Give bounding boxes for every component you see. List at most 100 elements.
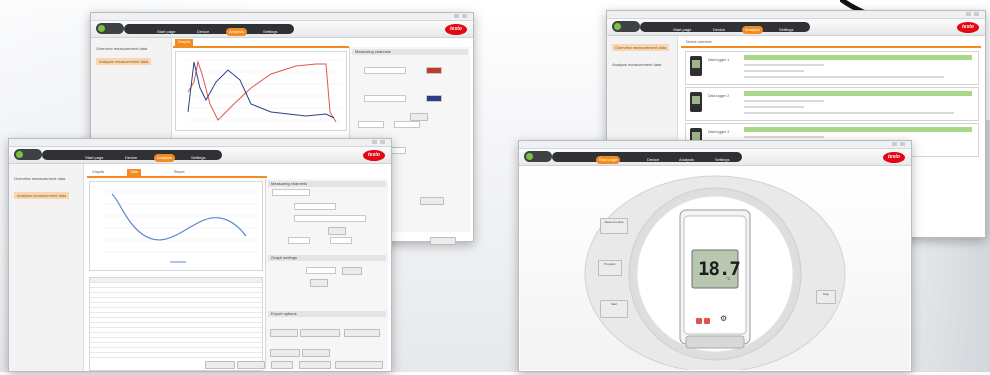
nav-tab-settings[interactable]: Settings: [712, 156, 732, 164]
device-window-front: Start page Device Analysis Settings test…: [518, 140, 912, 373]
settings-button[interactable]: [410, 113, 428, 121]
device-button-stop[interactable]: Stop: [816, 290, 836, 304]
device-tabstrip: Device overview: [681, 39, 981, 48]
tab-table[interactable]: Table: [127, 169, 142, 176]
table-row[interactable]: [90, 353, 262, 358]
testo-logo: testo: [957, 22, 979, 33]
nav-tab-analysis[interactable]: Analysis: [742, 26, 763, 34]
logger-name: Data logger 3: [708, 130, 730, 134]
detail-line: [744, 136, 824, 138]
window-close-icon[interactable]: [974, 12, 979, 16]
testo-logo: testo: [883, 152, 905, 163]
window-minimize-icon[interactable]: [454, 14, 459, 18]
window-titlebar: [91, 13, 473, 21]
export-option-button[interactable]: [302, 349, 330, 357]
channel-select[interactable]: [306, 267, 336, 274]
nav-tab-start[interactable]: Start page: [670, 26, 694, 34]
detail-line: [744, 64, 824, 66]
show-button[interactable]: [342, 267, 362, 275]
logger-card-1[interactable]: Data logger 1: [685, 51, 979, 85]
export-option-button[interactable]: [344, 329, 380, 337]
nav-tab-device[interactable]: Device: [194, 28, 212, 36]
nav-tabs: Start page Device Analysis Settings: [42, 150, 222, 162]
data-logger-icon: [690, 56, 702, 76]
tab-device-overview[interactable]: Device overview: [683, 39, 714, 46]
nav-tab-start[interactable]: Start page: [82, 154, 106, 162]
window-close-icon[interactable]: [900, 142, 905, 146]
gear-icon: ⚙: [720, 314, 728, 323]
left-item-analysis[interactable]: Analysis measurement data: [612, 62, 661, 67]
nav-tab-device[interactable]: Device: [644, 156, 662, 164]
range-input[interactable]: [358, 121, 384, 128]
left-item-analysis[interactable]: Analysis measurement data: [14, 192, 70, 199]
settings-button[interactable]: [310, 279, 328, 287]
analysis-tabstrip: Graphic Table Report: [87, 169, 267, 178]
color-swatch[interactable]: [426, 95, 442, 102]
nav-tab-analysis[interactable]: Analysis: [154, 154, 175, 162]
nav-tab-start[interactable]: Start page: [154, 28, 178, 36]
logger-card-2[interactable]: Data logger 2: [685, 87, 979, 121]
tab-graphic[interactable]: Graphic: [89, 169, 107, 176]
window-close-icon[interactable]: [462, 14, 467, 18]
window-minimize-icon[interactable]: [966, 12, 971, 16]
data-table: [89, 277, 263, 371]
nav-tab-device[interactable]: Device: [122, 154, 140, 162]
nav-tab-analysis[interactable]: Analysis: [226, 28, 247, 36]
window-titlebar: [607, 11, 985, 19]
channel-select[interactable]: [364, 95, 406, 102]
window-close-icon[interactable]: [380, 140, 385, 144]
export-option-button[interactable]: [270, 329, 298, 337]
channel-select[interactable]: [294, 203, 336, 210]
apply-button[interactable]: [420, 197, 444, 205]
device-button-read[interactable]: Read out data: [600, 218, 628, 234]
range-input[interactable]: [288, 237, 310, 244]
window-minimize-icon[interactable]: [892, 142, 897, 146]
tab-graphic[interactable]: Graphic: [175, 39, 194, 46]
channel-select[interactable]: [364, 67, 406, 74]
nav-tabs: Start page Device Analysis Settings: [552, 152, 742, 164]
left-item-analysis[interactable]: Analysis measurement data: [96, 58, 152, 65]
export-button[interactable]: [430, 237, 456, 245]
export-option-button[interactable]: [300, 329, 340, 337]
device-button-start[interactable]: Start: [600, 300, 628, 318]
nav-tab-settings[interactable]: Settings: [188, 154, 208, 162]
device-button-program[interactable]: Program: [598, 260, 622, 276]
left-item-overview[interactable]: Overview measurement data: [14, 176, 65, 181]
left-item-overview[interactable]: Overview measurement data: [612, 44, 670, 51]
range-input[interactable]: [394, 121, 420, 128]
channel-select[interactable]: [294, 215, 366, 222]
data-logger-icon: [690, 92, 702, 112]
panel-header: Measuring channels: [352, 49, 468, 55]
nav-tab-settings[interactable]: Settings: [260, 28, 280, 36]
settings-button[interactable]: [328, 227, 346, 235]
analysis-tabstrip: Graphic: [173, 39, 349, 48]
channel-select[interactable]: [272, 189, 310, 196]
export-option-button[interactable]: [270, 349, 300, 357]
testo-logo: testo: [445, 24, 467, 35]
color-swatch[interactable]: [426, 67, 442, 74]
nav-tab-device[interactable]: Device: [710, 26, 728, 34]
nav-tab-start[interactable]: Start page: [596, 156, 621, 164]
footer-button[interactable]: [205, 361, 235, 369]
device-stage: 18.7 °C ⚙ Read out data Program Start St…: [520, 166, 910, 373]
footer-button[interactable]: [237, 361, 265, 369]
nav-tab-settings[interactable]: Settings: [776, 26, 796, 34]
nav-tabs: Start page Device Analysis Settings: [124, 24, 294, 36]
status-bar: [744, 55, 972, 60]
footer-button[interactable]: [335, 361, 383, 369]
line-chart: [102, 191, 258, 263]
app-menubar: Start page Device Analysis Settings test…: [91, 21, 473, 38]
range-input[interactable]: [330, 237, 352, 244]
panel-header: Export options: [268, 311, 386, 317]
tab-report[interactable]: Report: [171, 169, 188, 176]
testo-logo: testo: [363, 150, 385, 161]
footer-button[interactable]: [271, 361, 293, 369]
detail-line: [744, 76, 944, 78]
footer-button[interactable]: [299, 361, 331, 369]
left-item-overview[interactable]: Overview measurement data: [96, 46, 147, 51]
nav-tabs: Start page Device Analysis Settings: [640, 22, 810, 34]
detail-line: [744, 100, 824, 102]
window-minimize-icon[interactable]: [372, 140, 377, 144]
graph-area: [175, 51, 347, 131]
nav-tab-analysis[interactable]: Analysis: [676, 156, 697, 164]
